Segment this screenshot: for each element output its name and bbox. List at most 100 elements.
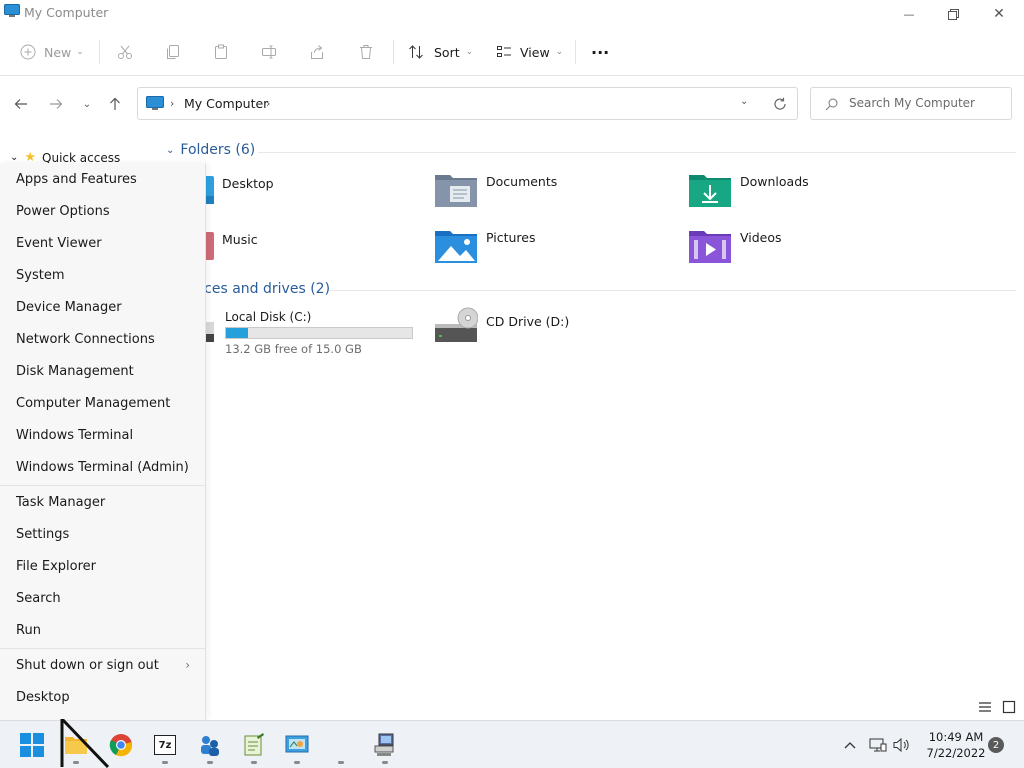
folder-downloads[interactable]: Downloads xyxy=(688,172,809,208)
arrow-left-icon xyxy=(14,99,27,109)
drives-group-header[interactable]: vices and drives (2) xyxy=(192,281,330,297)
folders-group-title: Folders (6) xyxy=(180,142,256,158)
drive-usage-bar xyxy=(225,327,413,339)
network-computer-icon xyxy=(374,733,394,756)
menu-item-disk-management[interactable]: Disk Management xyxy=(0,355,206,387)
chevron-down-icon: ⌄ xyxy=(465,47,474,57)
search-input[interactable] xyxy=(849,96,1007,110)
minimize-button[interactable]: — xyxy=(886,0,932,28)
rename-button[interactable] xyxy=(261,38,277,66)
sort-button[interactable]: Sort ⌄ xyxy=(408,38,473,66)
breadcrumb-separator-icon: › xyxy=(170,97,175,110)
chevron-right-icon: › xyxy=(185,658,190,672)
taskbar-app-blue-people[interactable] xyxy=(196,731,224,764)
folder-pictures[interactable]: Pictures xyxy=(434,228,536,264)
menu-item-file-explorer[interactable]: File Explorer xyxy=(0,550,206,582)
volume-tray-button[interactable] xyxy=(888,731,916,759)
notification-badge[interactable]: 2 xyxy=(988,737,1004,753)
forward-button[interactable] xyxy=(45,94,67,114)
computer-icon xyxy=(4,4,20,17)
tiles-view-icon[interactable] xyxy=(1002,700,1016,714)
menu-item-windows-terminal-admin[interactable]: Windows Terminal (Admin) xyxy=(0,451,206,483)
menu-item-computer-management[interactable]: Computer Management xyxy=(0,387,206,419)
drive-name: Local Disk (C:) xyxy=(225,310,312,324)
menu-item-task-manager[interactable]: Task Manager xyxy=(0,486,206,518)
chevron-down-icon: ⌄ xyxy=(10,152,19,163)
menu-item-desktop[interactable]: Desktop xyxy=(0,681,206,713)
folders-group-header[interactable]: ⌄ Folders (6) xyxy=(166,142,255,158)
menu-item-windows-terminal[interactable]: Windows Terminal xyxy=(0,419,206,451)
breadcrumb-my-computer[interactable]: My Computer xyxy=(184,96,268,111)
command-bar: New ⌄ Sort ⌄ View ⌄ ··· xyxy=(0,28,1024,76)
folder-documents[interactable]: Documents xyxy=(434,172,557,208)
folder-desktop[interactable]: Desktop xyxy=(196,174,274,206)
taskbar-network-computer[interactable] xyxy=(371,731,399,764)
folder-label: Desktop xyxy=(222,176,274,191)
delete-button[interactable] xyxy=(358,38,374,66)
breadcrumb-separator-icon[interactable]: › xyxy=(266,97,270,110)
address-bar[interactable]: › My Computer › ⌄ xyxy=(137,87,798,120)
menu-item-power-options[interactable]: Power Options xyxy=(0,195,206,227)
view-label: View xyxy=(520,44,550,60)
menu-item-event-viewer[interactable]: Event Viewer xyxy=(0,227,206,259)
start-button[interactable] xyxy=(18,731,46,759)
menu-item-settings[interactable]: Settings xyxy=(0,518,206,550)
folder-videos[interactable]: Videos xyxy=(688,228,782,264)
address-dropdown-icon[interactable]: ⌄ xyxy=(740,96,748,107)
up-button[interactable] xyxy=(104,94,126,114)
more-options-button[interactable]: ··· xyxy=(591,38,609,66)
chevron-down-icon: ⌄ xyxy=(76,47,84,57)
menu-item-label: Windows Terminal xyxy=(16,427,134,443)
rename-icon xyxy=(262,45,276,59)
menu-item-label: Settings xyxy=(16,526,70,542)
running-indicator xyxy=(162,761,168,764)
view-button[interactable]: View ⌄ xyxy=(496,38,563,66)
drive-free-space: 13.2 GB free of 15.0 GB xyxy=(225,342,362,356)
copy-icon xyxy=(167,45,179,59)
new-button[interactable]: New ⌄ xyxy=(20,38,84,66)
view-list-icon xyxy=(497,46,511,57)
taskbar-control-panel[interactable] xyxy=(283,731,311,764)
taskbar-empty-slot[interactable] xyxy=(327,731,355,764)
menu-item-label: Run xyxy=(16,622,41,638)
network-icon xyxy=(869,738,887,752)
menu-item-run[interactable]: Run xyxy=(0,614,206,646)
menu-item-device-manager[interactable]: Device Manager xyxy=(0,291,206,323)
menu-item-shut-down[interactable]: Shut down or sign out › xyxy=(0,649,206,681)
drive-local-c[interactable]: Local Disk (C:) 13.2 GB free of 15.0 GB xyxy=(200,310,413,356)
close-icon: ✕ xyxy=(993,6,1005,22)
running-indicator xyxy=(338,761,344,764)
drive-cd-d[interactable]: CD Drive (D:) xyxy=(434,306,569,344)
back-button[interactable] xyxy=(10,94,32,114)
clock[interactable]: 10:49 AM 7/22/2022 xyxy=(918,729,994,761)
share-button[interactable] xyxy=(309,38,325,66)
clock-time: 10:49 AM xyxy=(928,730,984,744)
menu-item-label: Task Manager xyxy=(16,494,106,510)
taskbar-chrome[interactable] xyxy=(107,731,135,759)
cut-button[interactable] xyxy=(117,38,133,66)
menu-item-label: Shut down or sign out xyxy=(16,657,159,673)
menu-item-search[interactable]: Search xyxy=(0,582,206,614)
plus-circle-icon xyxy=(20,44,36,60)
taskbar-notepad[interactable] xyxy=(240,731,268,764)
menu-item-system[interactable]: System xyxy=(0,259,206,291)
refresh-icon[interactable] xyxy=(773,97,787,111)
taskbar-7zip[interactable]: 7z xyxy=(151,731,179,764)
documents-folder-icon xyxy=(435,175,477,207)
paste-button[interactable] xyxy=(213,38,229,66)
scissors-icon xyxy=(118,45,132,59)
search-box[interactable] xyxy=(810,87,1012,120)
close-button[interactable]: ✕ xyxy=(976,0,1022,28)
restore-button[interactable] xyxy=(930,0,976,28)
folder-label: Music xyxy=(222,232,258,247)
menu-item-network-connections[interactable]: Network Connections xyxy=(0,323,206,355)
recent-locations-button[interactable]: ⌄ xyxy=(76,94,98,114)
show-hidden-icons-button[interactable] xyxy=(836,731,864,759)
running-indicator xyxy=(382,761,388,764)
drive-usage-fill xyxy=(226,328,249,338)
running-indicator xyxy=(251,761,257,764)
details-view-icon[interactable] xyxy=(978,700,992,714)
menu-item-apps-and-features[interactable]: Apps and Features xyxy=(0,163,206,195)
copy-button[interactable] xyxy=(165,38,181,66)
sort-label: Sort xyxy=(434,44,460,60)
